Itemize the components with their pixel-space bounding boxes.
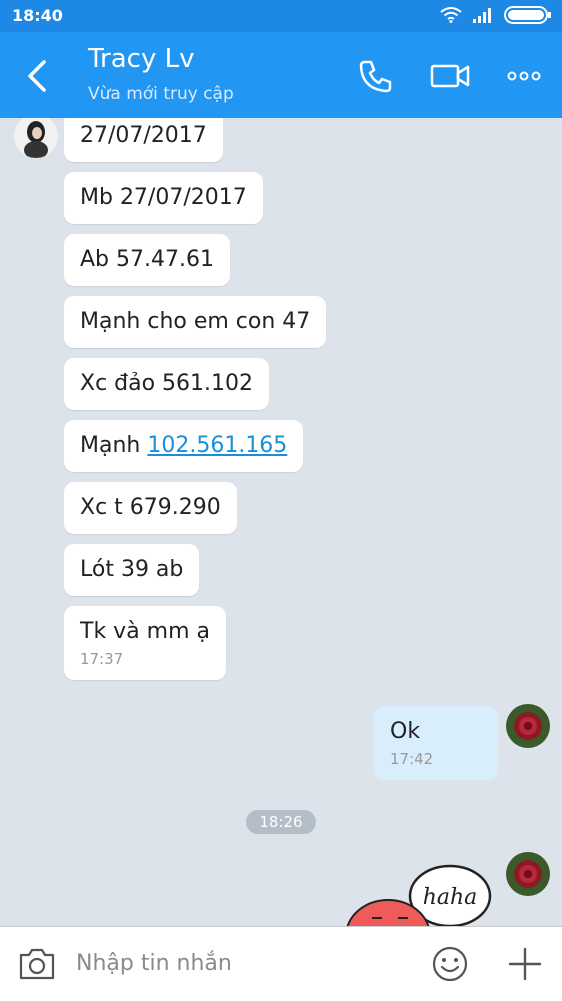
battery-icon [504,6,551,24]
message-text: Mạnh cho em con 47 [80,309,311,334]
outgoing-message[interactable]: Ok 17:42 [374,706,498,780]
add-icon[interactable] [506,945,544,983]
message-text: Mb 27/07/2017 [80,185,247,210]
my-avatar[interactable] [506,852,550,896]
incoming-message[interactable]: Tk và mm ạ 17:37 [64,606,227,680]
message-text: Xc t 679.290 [80,495,221,520]
message-text: Xc đảo 561.102 [80,371,254,396]
contact-avatar[interactable] [14,118,58,158]
chat-header: Tracy Lv Vừa mới truy cập [0,32,562,118]
message-text: Lót 39 ab [80,557,184,582]
my-avatar[interactable] [506,704,550,748]
time-separator: 18:26 [246,810,316,834]
message-time: 17:37 [80,650,124,668]
contact-status: Vừa mới truy cập [88,84,234,104]
message-input[interactable]: Nhập tin nhắn [76,951,232,976]
avatar-image [14,118,58,158]
contact-name[interactable]: Tracy Lv [88,44,195,74]
message-text: Tk và mm ạ [80,619,211,644]
rose-avatar-image [506,704,550,748]
message-text: 27/07/2017 [80,123,207,148]
status-icons [440,6,552,24]
back-arrow-icon[interactable] [18,56,58,96]
status-bar: 18:40 [0,0,562,32]
status-time: 18:40 [12,6,63,25]
wifi-icon [440,7,462,23]
incoming-message[interactable]: Mạnh cho em con 47 [64,296,327,348]
more-options-icon[interactable] [506,56,542,96]
rose-avatar-image [506,852,550,896]
video-call-icon[interactable] [430,56,470,96]
incoming-message[interactable]: 27/07/2017 [64,118,223,162]
sticker[interactable]: haha [340,862,500,926]
message-composer: Nhập tin nhắn [0,926,562,1001]
message-list[interactable]: 27/07/2017 Mb 27/07/2017 Ab 57.47.61 Mạn… [0,118,562,926]
incoming-message[interactable]: Mạnh 102.561.165 [64,420,304,472]
message-text: Ab 57.47.61 [80,247,214,272]
message-text: Mạnh [80,433,148,458]
sticker-text: haha [423,885,478,910]
message-text: Ok [390,719,421,744]
message-time: 17:42 [390,750,434,768]
incoming-message[interactable]: Ab 57.47.61 [64,234,230,286]
incoming-message[interactable]: Lót 39 ab [64,544,200,596]
incoming-message[interactable]: Xc đảo 561.102 [64,358,270,410]
emoji-icon[interactable] [431,945,469,983]
incoming-message[interactable]: Mb 27/07/2017 [64,172,263,224]
signal-icon [473,8,491,23]
phone-call-icon[interactable] [356,56,396,96]
incoming-message[interactable]: Xc t 679.290 [64,482,237,534]
phone-number-link[interactable]: 102.561.165 [147,433,287,458]
camera-icon[interactable] [18,947,56,981]
